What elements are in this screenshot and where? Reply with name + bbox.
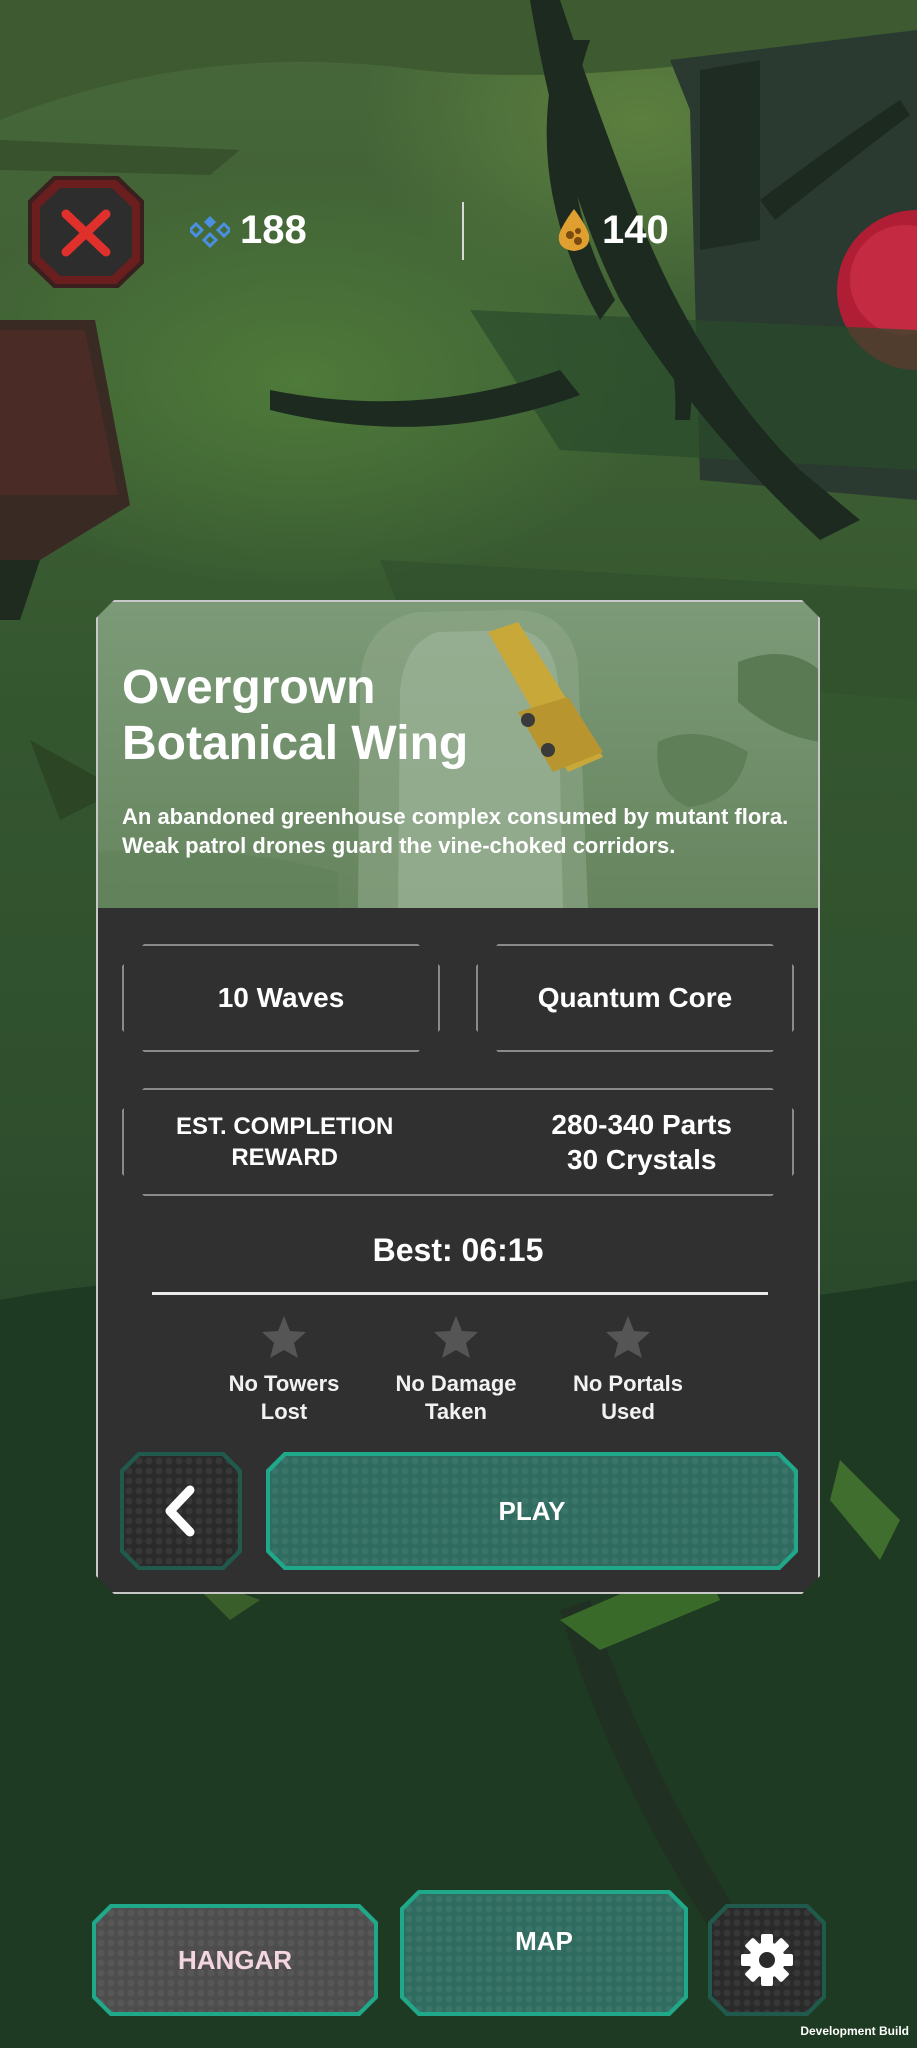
level-preview-image: Overgrown Botanical Wing An abandoned gr… xyxy=(98,602,818,908)
back-button[interactable] xyxy=(120,1452,242,1570)
level-title-line-1: Overgrown xyxy=(122,661,376,714)
objective-label: Quantum Core xyxy=(537,982,733,1013)
reward-info-box: EST. COMPLETION REWARD 280-340 Parts 30 … xyxy=(122,1088,794,1196)
play-button[interactable]: PLAY xyxy=(266,1452,798,1570)
star-icon xyxy=(432,1314,480,1360)
level-info-panel: Overgrown Botanical Wing An abandoned gr… xyxy=(96,600,820,1594)
crystal-icon xyxy=(190,216,230,249)
close-icon xyxy=(61,209,111,257)
best-time-divider xyxy=(152,1292,768,1295)
gear-icon xyxy=(708,1904,826,2016)
play-label: PLAY xyxy=(498,1495,566,1526)
reward-values: 280-340 Parts 30 Crystals xyxy=(551,1107,732,1177)
goal-no-towers-lost: No Towers Lost xyxy=(194,1314,374,1426)
crystal-count: 188 xyxy=(240,207,307,252)
goal-no-damage-taken: No Damage Taken xyxy=(366,1314,546,1426)
chevron-left-icon xyxy=(120,1452,242,1570)
star-icon xyxy=(604,1314,652,1360)
crystal-counter: 188 xyxy=(190,200,307,260)
level-description: An abandoned greenhouse complex consumed… xyxy=(122,804,789,858)
goal-label: No Portals Used xyxy=(572,1371,684,1424)
reward-label-line-1: EST. COMPLETION xyxy=(176,1113,394,1140)
best-time: Best: 06:15 xyxy=(372,1232,544,1268)
close-button[interactable] xyxy=(28,176,144,288)
reward-crystals: 30 Crystals xyxy=(566,1144,717,1175)
parts-counter: 140 xyxy=(556,200,669,260)
waves-info-box: 10 Waves xyxy=(122,944,440,1052)
reward-parts: 280-340 Parts xyxy=(551,1109,732,1140)
reward-label-line-2: REWARD xyxy=(231,1144,339,1171)
goal-label: No Damage Taken xyxy=(395,1371,517,1424)
level-title: Overgrown Botanical Wing xyxy=(122,660,642,772)
waves-label: 10 Waves xyxy=(217,982,345,1013)
parts-count: 140 xyxy=(602,207,669,252)
hangar-button[interactable]: HANGAR xyxy=(92,1904,378,2016)
objective-info-box: Quantum Core xyxy=(476,944,794,1052)
settings-button[interactable] xyxy=(708,1904,826,2016)
resource-divider xyxy=(462,202,464,260)
map-button[interactable]: MAP xyxy=(400,1890,688,2016)
level-title-line-2: Botanical Wing xyxy=(122,717,469,770)
star-icon xyxy=(260,1314,308,1360)
goal-label: No Towers Lost xyxy=(228,1371,340,1424)
hangar-label: HANGAR xyxy=(177,1944,293,1975)
reward-label: EST. COMPLETION REWARD xyxy=(176,1111,393,1173)
goal-no-portals-used: No Portals Used xyxy=(538,1314,718,1426)
development-build-label: Development Build xyxy=(800,2024,909,2038)
map-label: MAP xyxy=(515,1926,573,1956)
parts-drop-icon xyxy=(558,209,590,251)
